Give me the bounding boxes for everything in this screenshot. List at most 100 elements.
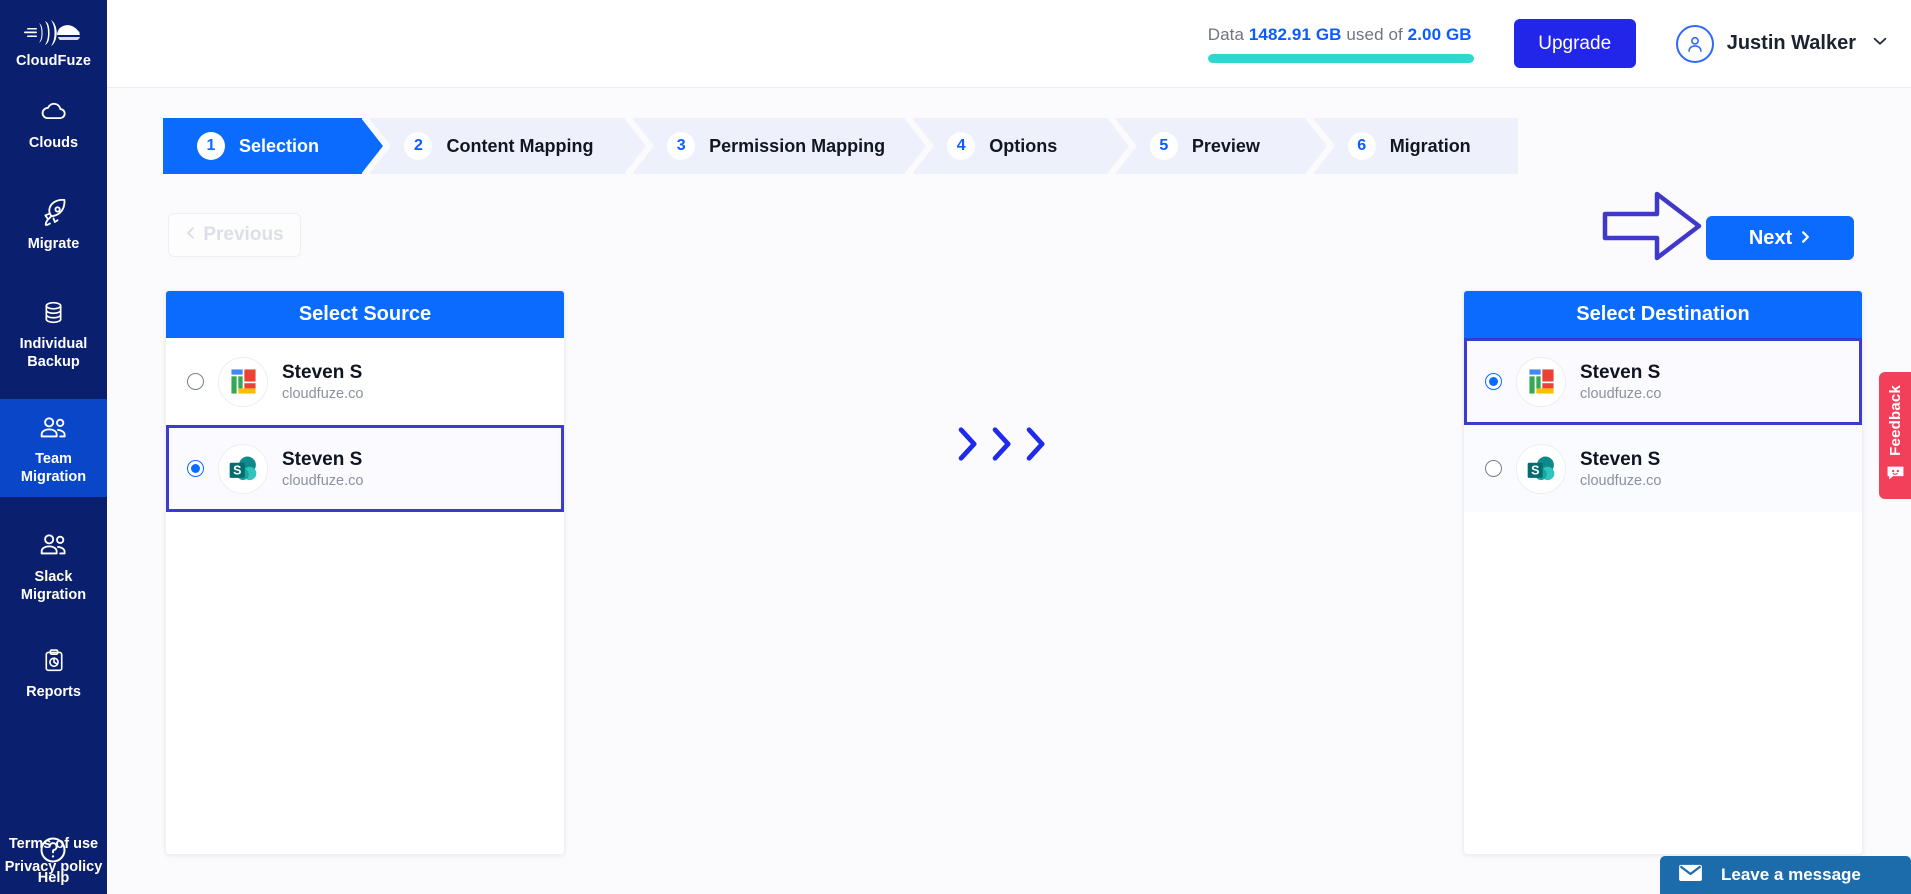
step-label: Options xyxy=(989,135,1058,156)
destination-account-meta: Steven S cloudfuze.co xyxy=(1580,361,1661,403)
upgrade-button[interactable]: Upgrade xyxy=(1513,19,1636,68)
destination-account-name: Steven S xyxy=(1580,448,1661,470)
step-label: Migration xyxy=(1389,135,1471,156)
sidebar-item-migrate[interactable]: Migrate xyxy=(0,184,107,263)
step-content-mapping[interactable]: 2 Content Mapping xyxy=(369,118,647,174)
database-stack-icon xyxy=(37,296,71,330)
right-arrow-annotation-icon xyxy=(1602,190,1702,262)
envelope-icon xyxy=(1678,863,1703,887)
help-label: Help xyxy=(37,870,70,886)
rocket-icon xyxy=(37,196,71,230)
sidebar-item-individual-backup[interactable]: Individual Backup xyxy=(0,284,107,382)
step-number: 5 xyxy=(1149,132,1178,160)
clipboard-chart-icon xyxy=(37,644,71,678)
step-preview[interactable]: 5 Preview xyxy=(1114,118,1327,174)
cloudfuze-logo-icon xyxy=(23,16,85,50)
sidebar-item-reports[interactable]: Reports xyxy=(0,632,107,711)
destination-account-meta: Steven S cloudfuze.co xyxy=(1580,448,1661,490)
leave-a-message-widget[interactable]: Leave a message xyxy=(1660,856,1911,894)
source-account-meta: Steven S cloudfuze.co xyxy=(282,361,363,403)
destination-radio-sharepoint[interactable] xyxy=(1485,460,1502,477)
user-name: Justin Walker xyxy=(1726,32,1856,54)
chevron-left-icon xyxy=(185,224,196,246)
data-label: Data xyxy=(1207,24,1245,44)
svg-text:S: S xyxy=(233,463,241,477)
sidebar-item-clouds[interactable]: Clouds xyxy=(0,83,107,162)
google-workspace-icon xyxy=(218,356,268,407)
destination-account-row-google[interactable]: Steven S cloudfuze.co xyxy=(1464,338,1862,425)
source-radio-google[interactable] xyxy=(187,373,204,390)
sidebar-item-label: Individual Backup xyxy=(19,335,88,370)
source-account-meta: Steven S cloudfuze.co xyxy=(282,448,363,490)
source-account-row-google[interactable]: Steven S cloudfuze.co xyxy=(166,338,564,425)
svg-text:S: S xyxy=(1531,463,1539,477)
previous-button[interactable]: Previous xyxy=(168,213,301,257)
data-used-value: 1482.91 GB xyxy=(1248,24,1342,44)
user-avatar-icon xyxy=(1675,24,1714,63)
sharepoint-icon: S xyxy=(218,443,268,494)
step-number: 2 xyxy=(404,132,433,160)
chevron-right-icon xyxy=(955,425,979,468)
step-arrow-shape xyxy=(361,118,384,174)
sidebar-item-team-migration[interactable]: Team Migration xyxy=(0,399,107,497)
step-migration[interactable]: 6 Migration xyxy=(1312,118,1519,174)
destination-radio-google[interactable] xyxy=(1485,373,1502,390)
app-root: CloudFuze Clouds Migrate Individual Back… xyxy=(0,0,1911,894)
source-account-domain: cloudfuze.co xyxy=(282,386,364,403)
destination-account-name: Steven S xyxy=(1580,361,1661,383)
step-label: Permission Mapping xyxy=(709,135,886,156)
destination-account-domain: cloudfuze.co xyxy=(1580,473,1662,490)
step-number: 4 xyxy=(947,132,976,160)
step-selection[interactable]: 1 Selection xyxy=(163,118,384,174)
user-menu[interactable]: Justin Walker xyxy=(1675,24,1889,63)
step-label: Preview xyxy=(1191,135,1260,156)
data-usage-text: Data 1482.91 GB used of 2.00 GB xyxy=(1208,25,1474,45)
data-total-value: 2.00 GB xyxy=(1407,24,1472,44)
source-account-row-sharepoint[interactable]: S Steven S cloudfuze.co xyxy=(166,425,564,512)
source-account-name: Steven S xyxy=(282,448,363,470)
sidebar-item-slack-migration[interactable]: Slack Migration xyxy=(0,517,107,615)
next-button[interactable]: Next xyxy=(1706,216,1854,260)
smiley-chat-icon xyxy=(1886,465,1905,486)
destination-account-row-sharepoint[interactable]: S Steven S cloudfuze.co xyxy=(1464,425,1862,512)
previous-label: Previous xyxy=(203,224,284,245)
step-arrow-shape xyxy=(1304,118,1327,174)
feedback-label: Feedback xyxy=(1886,385,1904,456)
step-arrow-shape xyxy=(904,118,927,174)
brand-name: CloudFuze xyxy=(15,53,91,69)
step-arrow-shape xyxy=(1106,118,1129,174)
leave-a-message-label: Leave a message xyxy=(1721,865,1861,884)
chevron-right-icon xyxy=(1023,425,1047,468)
select-destination-panel: Select Destination Steven S cloudfuze.co… xyxy=(1463,290,1863,855)
step-number: 1 xyxy=(197,132,225,160)
sidebar-item-label: Clouds xyxy=(28,135,79,151)
data-usage-progress-fill xyxy=(1207,53,1474,63)
chevron-right-icon xyxy=(989,425,1013,468)
step-options[interactable]: 4 Options xyxy=(912,118,1129,174)
step-permission-mapping[interactable]: 3 Permission Mapping xyxy=(632,118,927,174)
sidebar-item-label: Slack Migration xyxy=(20,568,87,603)
sharepoint-icon: S xyxy=(1516,443,1566,494)
data-usage-progress-track xyxy=(1207,53,1474,63)
select-source-panel: Select Source Steven S cloudfuze.co S St… xyxy=(165,290,565,855)
brand-block[interactable]: CloudFuze xyxy=(0,0,107,69)
source-account-name: Steven S xyxy=(282,361,363,383)
feedback-tab[interactable]: Feedback xyxy=(1879,372,1911,499)
sidebar-item-label: Team Migration xyxy=(20,451,87,486)
sidebar-item-label: Reports xyxy=(26,684,81,701)
source-account-domain: cloudfuze.co xyxy=(282,473,364,490)
chevron-down-icon[interactable] xyxy=(1871,32,1889,55)
source-account-list: Steven S cloudfuze.co S Steven S cloudfu… xyxy=(166,338,564,512)
step-number: 6 xyxy=(1347,132,1376,160)
chevron-right-icon xyxy=(1800,227,1811,250)
step-arrow-shape xyxy=(624,118,647,174)
sidebar-item-help[interactable]: Help xyxy=(0,834,107,886)
step-number: 3 xyxy=(667,132,696,160)
people-icon xyxy=(37,529,71,563)
transfer-direction-indicator xyxy=(955,425,1047,468)
top-header: Data 1482.91 GB used of 2.00 GB Upgrade … xyxy=(107,0,1911,88)
step-label: Content Mapping xyxy=(446,135,594,156)
sidebar-item-label: Migrate xyxy=(27,236,80,253)
source-radio-sharepoint[interactable] xyxy=(187,460,204,477)
google-workspace-icon xyxy=(1516,356,1566,407)
